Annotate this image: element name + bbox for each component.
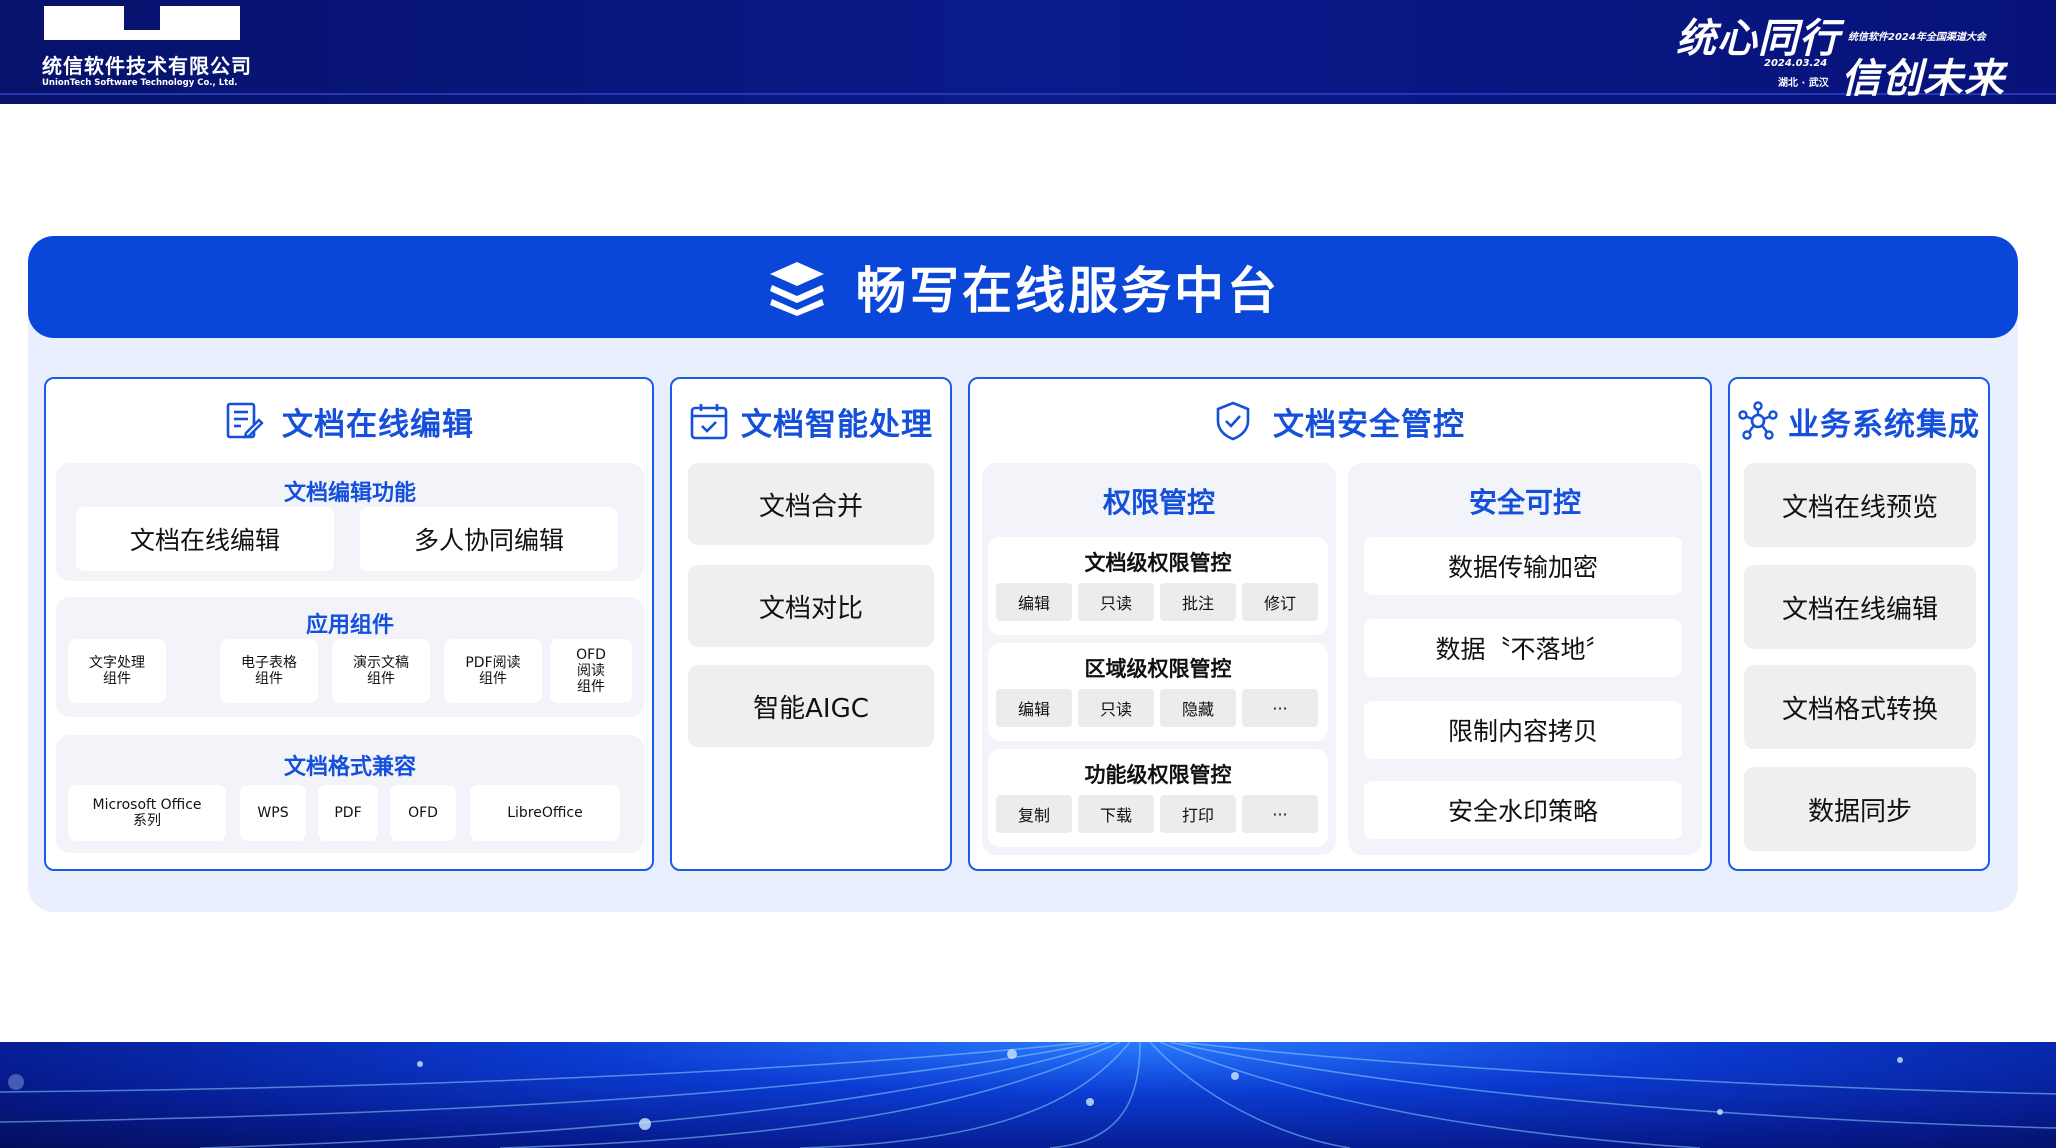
perm-tag-comment: 批注	[1160, 583, 1236, 621]
platform-banner: 畅写在线服务中台	[28, 236, 2018, 338]
block-title: 功能级权限管控	[1084, 763, 1232, 787]
event-name: 统信软件2024年全国渠道大会	[1848, 32, 1986, 43]
format-libreoffice: LibreOffice	[470, 785, 620, 841]
group-title: 应用组件	[305, 613, 394, 638]
company-name-en: UnionTech Software Technology Co., Ltd.	[42, 78, 238, 88]
group-safe-control: 安全可控 数据传输加密 数据〝不落地〞 限制内容拷贝 安全水印策略	[1348, 463, 1702, 855]
safe-copy-restriction: 限制内容拷贝	[1364, 701, 1682, 759]
top-header-bar: 统信软件技术有限公司 UnionTech Software Technology…	[0, 0, 2056, 104]
perm-tag-edit: 编辑	[996, 689, 1072, 727]
logo-mark-left	[44, 6, 164, 40]
integration-data-sync: 数据同步	[1744, 767, 1976, 851]
block-title: 文档级权限管控	[1084, 551, 1232, 575]
column-security-control: 文档安全管控 权限管控 文档级权限管控 编辑 只读 批注 修订 区域级权限管控 …	[968, 377, 1712, 871]
column-online-editing: 文档在线编辑 文档编辑功能 文档在线编辑 多人协同编辑 应用组件 文字处理组件 …	[44, 377, 654, 871]
bottom-decorative-band	[0, 1042, 2056, 1148]
group-app-components: 应用组件 文字处理组件 电子表格组件 演示文稿组件 PDF阅读组件 OFD阅读组…	[56, 597, 644, 717]
safe-watermark-policy: 安全水印策略	[1364, 781, 1682, 839]
smart-aigc: 智能AIGC	[688, 665, 934, 747]
calendar-check-icon	[690, 404, 728, 440]
component-presentation: 演示文稿组件	[332, 639, 430, 703]
component-writer: 文字处理组件	[68, 639, 166, 703]
edit-document-icon	[226, 402, 264, 439]
perm-tag-more: ···	[1242, 689, 1318, 727]
platform-title: 畅写在线服务中台	[856, 262, 1280, 320]
event-date: 2024.03.24	[1764, 58, 1828, 69]
permission-region-level: 区域级权限管控 编辑 只读 隐藏 ···	[988, 643, 1328, 741]
perm-tag-edit: 编辑	[996, 583, 1072, 621]
column-title-smart: 文档智能处理	[741, 406, 933, 443]
perm-tag-more: ···	[1242, 795, 1318, 833]
light-streaks-graphic	[0, 1042, 2056, 1148]
event-slogan: 统心同行 统信软件2024年全国渠道大会 2024.03.24 湖北 · 武汉 …	[1676, 6, 2016, 102]
smart-compare: 文档对比	[688, 565, 934, 647]
format-ms-office: Microsoft Office系列	[68, 785, 226, 841]
perm-tag-readonly: 只读	[1078, 689, 1154, 727]
safe-no-landing: 数据〝不落地〞	[1364, 619, 1682, 677]
perm-tag-print: 打印	[1160, 795, 1236, 833]
component-pdf-reader: PDF阅读组件	[444, 639, 542, 703]
column-title-editing: 文档在线编辑	[282, 406, 474, 443]
feature-online-edit: 文档在线编辑	[76, 507, 334, 571]
company-name-cn: 统信软件技术有限公司	[42, 54, 252, 78]
permission-doc-level: 文档级权限管控 编辑 只读 批注 修订	[988, 537, 1328, 635]
perm-tag-copy: 复制	[996, 795, 1072, 833]
permission-function-level: 功能级权限管控 复制 下载 打印 ···	[988, 749, 1328, 847]
event-location: 湖北 · 武汉	[1778, 78, 1829, 89]
format-pdf: PDF	[318, 785, 378, 841]
perm-tag-hide: 隐藏	[1160, 689, 1236, 727]
group-title: 权限管控	[1102, 486, 1215, 519]
group-permission-control: 权限管控 文档级权限管控 编辑 只读 批注 修订 区域级权限管控 编辑 只读 隐…	[982, 463, 1336, 855]
logo-mark-right	[122, 6, 240, 40]
safe-transfer-encryption: 数据传输加密	[1364, 537, 1682, 595]
group-title: 文档格式兼容	[283, 755, 416, 780]
shield-check-icon	[1216, 401, 1250, 441]
group-title: 文档编辑功能	[283, 481, 416, 506]
slogan-line-2: 信创未来	[1841, 56, 2005, 102]
block-title: 区域级权限管控	[1084, 657, 1232, 681]
component-ofd-reader: OFD阅读组件	[550, 639, 632, 703]
company-logo: 统信软件技术有限公司 UnionTech Software Technology…	[42, 6, 251, 92]
format-ofd: OFD	[390, 785, 456, 841]
layers-icon	[770, 262, 824, 316]
group-format-compat: 文档格式兼容 Microsoft Office系列 WPS PDF OFD Li…	[56, 735, 644, 853]
group-title: 安全可控	[1468, 486, 1581, 519]
column-title-security: 文档安全管控	[1273, 406, 1465, 443]
format-wps: WPS	[240, 785, 306, 841]
integration-online-edit: 文档在线编辑	[1744, 565, 1976, 649]
integration-format-convert: 文档格式转换	[1744, 665, 1976, 749]
perm-tag-readonly: 只读	[1078, 583, 1154, 621]
perm-tag-revise: 修订	[1242, 583, 1318, 621]
network-hub-icon	[1738, 401, 1778, 440]
feature-collab-edit: 多人协同编辑	[360, 507, 618, 571]
smart-merge: 文档合并	[688, 463, 934, 545]
column-system-integration: 业务系统集成 文档在线预览 文档在线编辑 文档格式转换 数据同步	[1728, 377, 1990, 871]
header-divider	[0, 93, 2056, 95]
perm-tag-download: 下载	[1078, 795, 1154, 833]
slogan-line-1: 统心同行	[1676, 16, 1840, 62]
column-title-integration: 业务系统集成	[1788, 406, 1980, 443]
group-edit-features: 文档编辑功能 文档在线编辑 多人协同编辑	[56, 463, 644, 581]
component-spreadsheet: 电子表格组件	[220, 639, 318, 703]
integration-online-preview: 文档在线预览	[1744, 463, 1976, 547]
column-smart-processing: 文档智能处理 文档合并 文档对比 智能AIGC	[670, 377, 952, 871]
